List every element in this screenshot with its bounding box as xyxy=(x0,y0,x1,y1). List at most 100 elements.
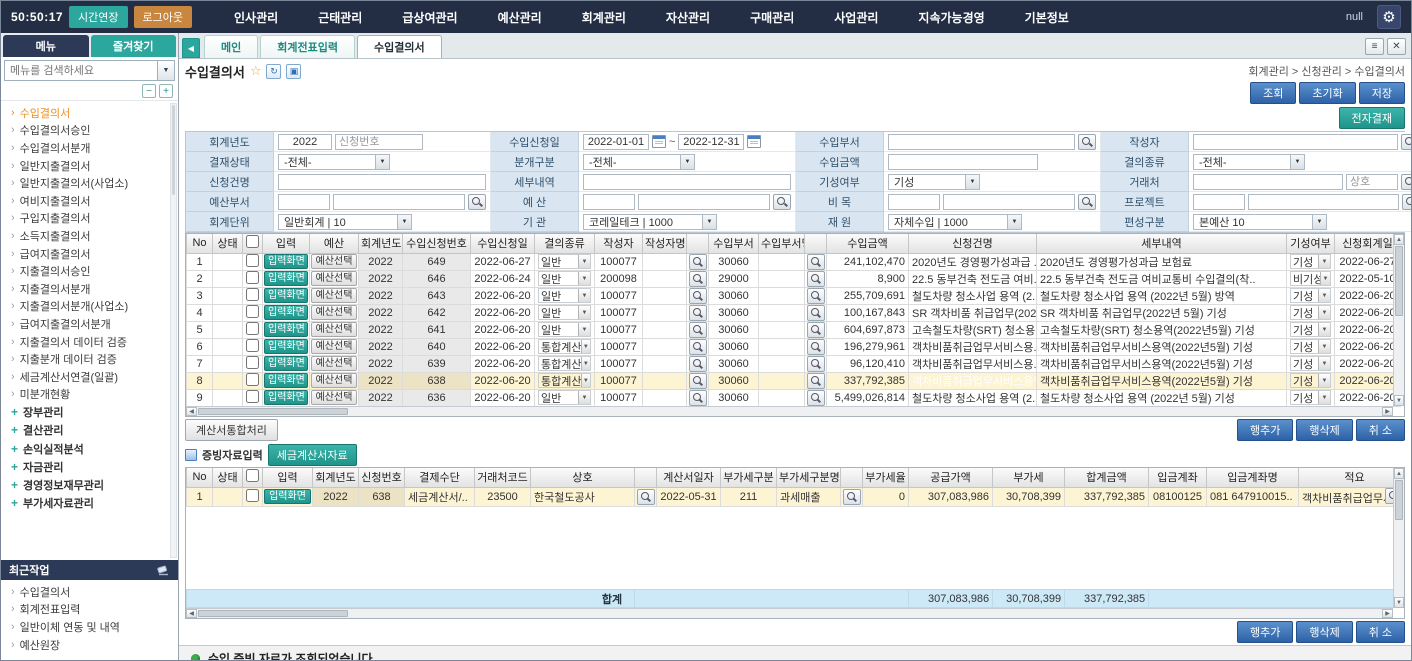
topbar-menu-item[interactable]: 인사관리 xyxy=(214,9,298,26)
income-dept-input[interactable] xyxy=(888,134,1075,150)
doc-type-select[interactable]: -전체-▼ xyxy=(1193,154,1305,170)
sidebar-group-item[interactable]: +장부관리 xyxy=(11,403,168,421)
scroll-thumb[interactable] xyxy=(198,610,348,617)
sidebar-group-item[interactable]: +부가세자료관리 xyxy=(11,494,168,512)
sidebar-menu-item[interactable]: ›여비지출결의서 xyxy=(11,192,168,210)
gisung-cell-select[interactable]: 기성▼ xyxy=(1290,254,1331,269)
search-lookup-button[interactable] xyxy=(843,489,861,505)
budget-code-input[interactable] xyxy=(583,194,635,210)
gisung-cell-select[interactable]: 기성▼ xyxy=(1290,373,1331,388)
column-header[interactable]: 결제수단 xyxy=(405,468,475,487)
acct-unit-select[interactable]: 일반회계 | 10▼ xyxy=(278,214,412,230)
scroll-up-button[interactable]: ▲ xyxy=(1394,234,1404,245)
save-button[interactable]: 저장 xyxy=(1359,82,1405,104)
budget-dept-name-input[interactable] xyxy=(333,194,465,210)
doc-type-cell-select[interactable]: 통합계산서▼ xyxy=(538,339,591,354)
tab-favorites[interactable]: 즐겨찾기 xyxy=(91,35,177,57)
column-header[interactable]: 상태 xyxy=(213,468,243,487)
gisung-select[interactable]: 기성▼ xyxy=(888,174,980,190)
e-approval-button[interactable]: 전자결재 xyxy=(1339,107,1405,129)
column-header[interactable]: 신청건명 xyxy=(909,234,1037,253)
budget-select-button[interactable]: 예산선택 xyxy=(311,288,357,303)
search-lookup-button[interactable] xyxy=(689,356,707,372)
sidebar-menu-item[interactable]: ›급여지출결의서분개 xyxy=(11,315,168,333)
popup-screen-icon[interactable]: ▣ xyxy=(286,64,301,79)
column-header[interactable]: 입금계좌명 xyxy=(1207,468,1299,487)
tax-invoice-button[interactable]: 세금계산서자료 xyxy=(268,444,357,466)
gisung-cell-select[interactable]: 기성▼ xyxy=(1290,322,1331,337)
income-amount-input[interactable] xyxy=(888,154,1038,170)
row-checkbox[interactable] xyxy=(246,322,259,335)
search-lookup-button[interactable] xyxy=(689,339,707,355)
expand-all-button[interactable]: + xyxy=(159,84,173,98)
date-to-input[interactable] xyxy=(678,134,744,150)
budget-select-button[interactable]: 예산선택 xyxy=(311,305,357,320)
sidebar-menu-item[interactable]: ›지출결의서분개(사업소) xyxy=(11,298,168,316)
scroll-down-button[interactable]: ▼ xyxy=(1394,395,1404,406)
search-lookup-button[interactable] xyxy=(689,373,707,389)
project-name-input[interactable] xyxy=(1248,194,1399,210)
delete-row-button[interactable]: 행삭제 xyxy=(1296,419,1352,441)
delete-row-button[interactable]: 행삭제 xyxy=(1296,621,1352,643)
column-header[interactable]: 작성자 xyxy=(595,234,643,253)
sidebar-menu-item[interactable]: ›지출결의서승인 xyxy=(11,262,168,280)
income-table-row[interactable]: 7입력화면예산선택20226392022-06-20통합계산서▼10007730… xyxy=(187,355,1401,372)
search-lookup-button[interactable] xyxy=(807,322,825,338)
row-checkbox[interactable] xyxy=(246,373,259,386)
column-header[interactable] xyxy=(243,234,263,253)
column-header[interactable]: 수입부서명 xyxy=(759,234,805,253)
recent-item[interactable]: ›회계전표입력 xyxy=(11,601,168,619)
input-screen-button[interactable]: 입력화면 xyxy=(264,305,308,320)
search-button[interactable]: 조회 xyxy=(1250,82,1296,104)
cancel-button[interactable]: 취 소 xyxy=(1356,419,1405,441)
menu-search-input[interactable] xyxy=(5,61,157,80)
cancel-button[interactable]: 취 소 xyxy=(1356,621,1405,643)
date-from-input[interactable] xyxy=(583,134,649,150)
column-header[interactable]: 수입부서 xyxy=(709,234,759,253)
income-table-row[interactable]: 9입력화면예산선택20226362022-06-20일반▼10007730060… xyxy=(187,389,1401,406)
income-table-row[interactable]: 1입력화면예산선택20226492022-06-27일반▼10007730060… xyxy=(187,253,1401,270)
input-screen-button[interactable]: 입력화면 xyxy=(264,271,308,286)
tab-scroll-left-button[interactable]: ◀ xyxy=(182,38,200,58)
income-dept-lookup-button[interactable] xyxy=(1078,134,1096,150)
input-screen-button[interactable]: 입력화면 xyxy=(264,390,308,405)
row-checkbox[interactable] xyxy=(246,339,259,352)
income-table-row[interactable]: 5입력화면예산선택20226412022-06-20일반▼10007730060… xyxy=(187,321,1401,338)
doc-type-cell-select[interactable]: 일반▼ xyxy=(538,271,591,286)
refresh-icon[interactable]: ↻ xyxy=(266,64,281,79)
collapse-all-button[interactable]: − xyxy=(142,84,156,98)
budget-select-button[interactable]: 예산선택 xyxy=(311,373,357,388)
evidence-table-row[interactable]: 1입력화면2022638세금계산서/..23500한국철도공사2022-05-3… xyxy=(187,487,1406,506)
search-lookup-button[interactable] xyxy=(689,390,707,406)
recent-item[interactable]: ›예산원장 xyxy=(11,636,168,654)
column-header[interactable] xyxy=(687,234,709,253)
budget-select-button[interactable]: 예산선택 xyxy=(311,390,357,405)
row-checkbox[interactable] xyxy=(246,271,259,284)
budget-type-select[interactable]: 본예산 10▼ xyxy=(1193,214,1327,230)
gisung-cell-select[interactable]: 기성▼ xyxy=(1290,288,1331,303)
writer-input[interactable] xyxy=(1193,134,1398,150)
scroll-thumb[interactable] xyxy=(198,408,348,415)
scroll-down-button[interactable]: ▼ xyxy=(1394,597,1404,608)
sidebar-menu-item[interactable]: ›수입결의서승인 xyxy=(11,122,168,140)
tree-scrollbar[interactable] xyxy=(170,103,177,558)
topbar-menu-item[interactable]: 구매관리 xyxy=(730,9,814,26)
input-screen-button[interactable]: 입력화면 xyxy=(264,489,311,504)
column-header[interactable]: 결의종류 xyxy=(535,234,595,253)
column-header[interactable]: No xyxy=(187,468,213,487)
search-lookup-button[interactable] xyxy=(807,305,825,321)
tab-menu[interactable]: 메뉴 xyxy=(3,35,89,57)
column-header[interactable]: 합계금액 xyxy=(1065,468,1149,487)
row-checkbox[interactable] xyxy=(246,356,259,369)
column-header[interactable]: 부가세구분명 xyxy=(777,468,841,487)
doc-type-cell-select[interactable]: 통합계산서▼ xyxy=(538,373,591,388)
budget-dept-lookup-button[interactable] xyxy=(468,194,486,210)
logout-button[interactable]: 로그아웃 xyxy=(134,6,192,28)
sidebar-menu-item[interactable]: ›수입결의서분개 xyxy=(11,139,168,157)
input-screen-button[interactable]: 입력화면 xyxy=(264,254,308,269)
search-lookup-button[interactable] xyxy=(689,254,707,270)
column-header[interactable]: 수입금액 xyxy=(827,234,909,253)
scroll-thumb[interactable] xyxy=(1395,246,1403,316)
input-screen-button[interactable]: 입력화면 xyxy=(264,373,308,388)
doc-tab[interactable]: 메인 xyxy=(204,35,258,58)
